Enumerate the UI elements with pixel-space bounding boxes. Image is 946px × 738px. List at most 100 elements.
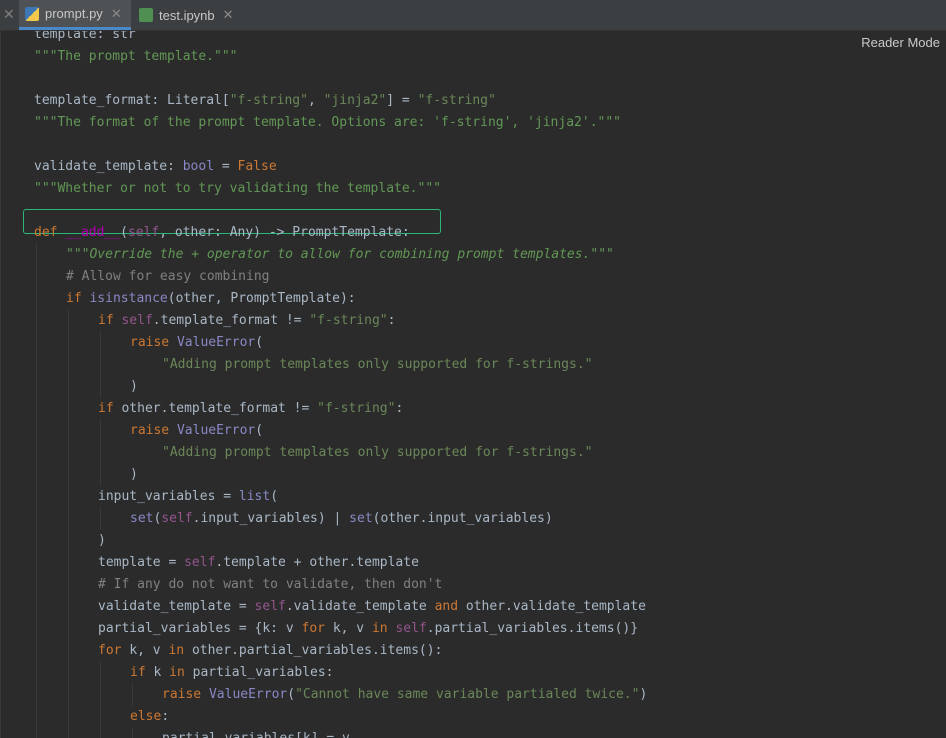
code-editor[interactable]: Reader Mode template: str """The prompt t… — [0, 31, 946, 738]
code-token: k, v — [332, 621, 372, 636]
code-token: raise — [162, 687, 209, 702]
code-token: "f-string" — [417, 93, 496, 108]
code-token: partial_variables = {k: v — [98, 621, 302, 636]
code-line: """The format of the prompt template. Op… — [34, 112, 621, 134]
code-line: raise ValueError( — [130, 420, 263, 442]
code-token: isinstance — [89, 291, 168, 306]
code-token: other.partial_variables.items(): — [191, 643, 443, 658]
code-token: .input_variables) | — [192, 511, 350, 526]
code-token: if — [98, 401, 122, 416]
code-token: """Whether or not to try validating the … — [34, 181, 441, 196]
code-token: for — [301, 621, 333, 636]
code-token: if — [66, 291, 90, 306]
code-token: , — [307, 93, 324, 108]
code-token: self — [395, 621, 427, 636]
code-token: .validate_template — [285, 599, 435, 614]
reader-mode-button[interactable]: Reader Mode — [861, 35, 940, 50]
code-line: validate_template = self.validate_templa… — [98, 596, 646, 618]
code-token: in — [371, 621, 396, 636]
code-line: raise ValueError("Cannot have same varia… — [162, 684, 647, 706]
code-token: if — [130, 665, 154, 680]
close-icon[interactable]: ✕ — [3, 6, 15, 23]
tab-test-ipynb[interactable]: test.ipynb ✕ — [133, 0, 261, 30]
code-token: bool — [182, 159, 215, 174]
code-token: "Cannot have same variable partialed twi… — [295, 687, 640, 702]
code-token: """The prompt template.""" — [34, 49, 238, 64]
code-token: ValueError — [176, 423, 256, 438]
code-token: # Allow for easy combining — [66, 269, 270, 284]
code-token: = — [214, 159, 238, 174]
code-line: ) — [130, 376, 138, 398]
code-token: ) — [639, 687, 648, 702]
code-line: template: str — [34, 31, 136, 46]
code-token: ) — [98, 533, 106, 548]
notebook-file-icon — [139, 8, 153, 22]
indent-guide — [100, 508, 101, 530]
code-token: .partial_variables.items()} — [426, 621, 639, 636]
code-token: template = — [98, 555, 185, 570]
code-token: validate_template = — [98, 599, 255, 614]
code-token: partial_variables: — [192, 665, 334, 680]
code-line: validate_template: bool = False — [34, 156, 277, 178]
code-token: in — [168, 643, 192, 658]
code-token: "Adding prompt templates only supported … — [162, 445, 593, 460]
code-token: template: str — [34, 31, 136, 42]
code-line: if k in partial_variables: — [130, 662, 334, 684]
code-line: input_variables = list( — [98, 486, 278, 508]
code-line: if self.template_format != "f-string": — [98, 310, 395, 332]
close-icon[interactable]: ✕ — [223, 7, 234, 23]
indent-guide — [132, 728, 133, 738]
code-token: : — [387, 313, 396, 328]
indent-guide — [100, 662, 101, 738]
code-line: """Whether or not to try validating the … — [34, 178, 441, 200]
code-token: k — [153, 665, 170, 680]
code-token: ) — [130, 467, 138, 482]
code-line: partial_variables = {k: v for k, v in se… — [98, 618, 638, 640]
code-token: ( — [120, 225, 128, 240]
indent-guide — [36, 244, 37, 738]
close-icon[interactable]: ✕ — [111, 6, 122, 22]
code-line: if isinstance(other, PromptTemplate): — [66, 288, 356, 310]
code-token: : Literal[ — [151, 93, 230, 108]
code-token: else — [130, 709, 162, 724]
code-token: in — [169, 665, 193, 680]
tab-prompt-py[interactable]: prompt.py ✕ — [19, 0, 131, 30]
indent-guide — [100, 420, 101, 486]
code-token: : — [395, 401, 404, 416]
code-token: .template_format != — [152, 313, 310, 328]
code-line: """Override the + operator to allow for … — [66, 244, 614, 266]
tab-label: prompt.py — [45, 6, 103, 21]
indent-guide — [132, 684, 133, 706]
code-token: False — [237, 159, 277, 174]
code-token: template_format — [34, 93, 152, 108]
code-line: def __add__(self, other: Any) -> PromptT… — [34, 222, 410, 244]
code-token: , other: Any) -> PromptTemplate: — [159, 225, 410, 240]
code-token: ValueError — [208, 687, 288, 702]
code-token: __add__ — [65, 225, 121, 240]
code-token: self — [254, 599, 286, 614]
code-token: if — [98, 313, 122, 328]
indent-guide — [100, 332, 101, 398]
code-token: "f-string" — [229, 93, 308, 108]
code-line: "Adding prompt templates only supported … — [162, 354, 592, 376]
code-line: partial_variables[k] = v — [162, 728, 350, 738]
code-token: (other.input_variables) — [372, 511, 553, 526]
code-token: self — [161, 511, 193, 526]
code-token: "f-string" — [309, 313, 388, 328]
code-line: # If any do not want to validate, then d… — [98, 574, 442, 596]
code-token: other.validate_template — [465, 599, 646, 614]
code-token: self — [127, 225, 160, 240]
code-token: .template + other.template — [215, 555, 419, 570]
indent-guide — [68, 310, 69, 738]
code-token: # If any do not want to validate, then d… — [98, 577, 443, 592]
code-token: ( — [287, 687, 296, 702]
code-token: "f-string" — [317, 401, 396, 416]
code-token: raise — [130, 423, 177, 438]
code-line: ) — [98, 530, 106, 552]
code-token: input_variables = — [98, 489, 239, 504]
code-token: def — [34, 225, 66, 240]
code-line: else: — [130, 706, 169, 728]
python-file-icon — [25, 6, 39, 21]
code-token: self — [121, 313, 153, 328]
code-token: : — [161, 709, 170, 724]
